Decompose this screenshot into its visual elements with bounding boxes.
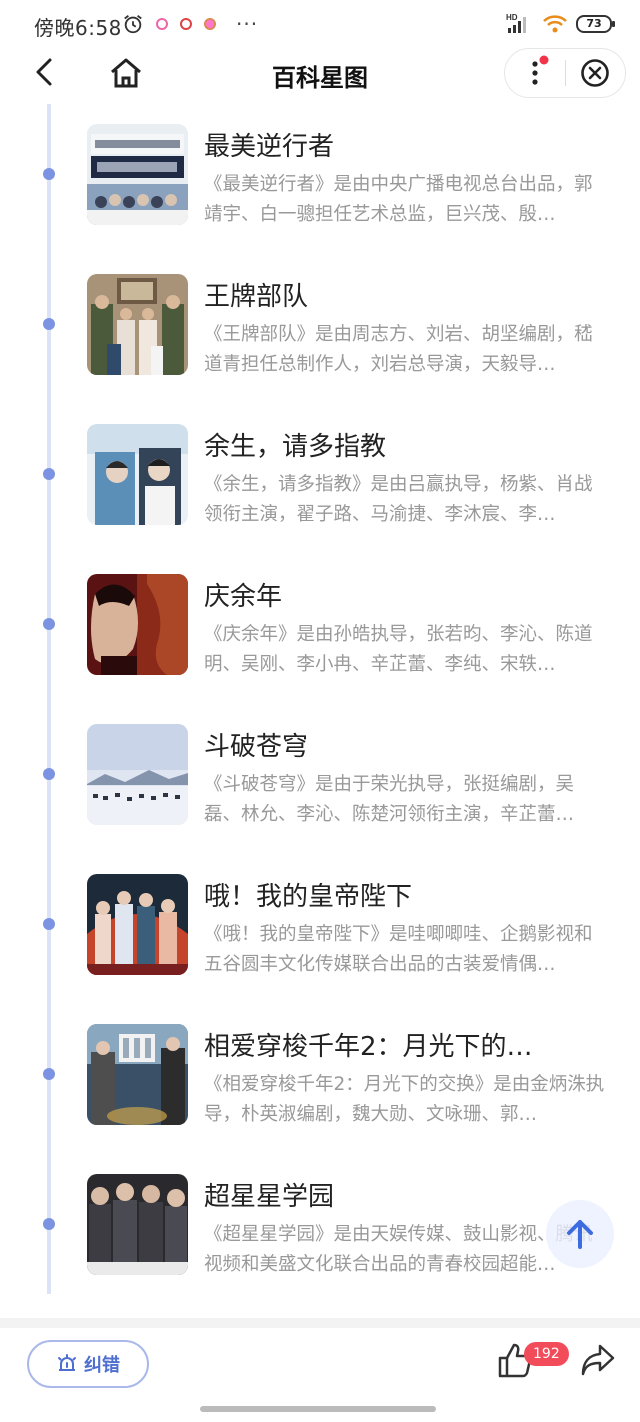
correct-error-label: 纠错 xyxy=(84,1355,120,1376)
poster-thumbnail xyxy=(87,124,188,225)
more-notifications-icon: ··· xyxy=(236,12,259,36)
nav-bar: 百科星图 xyxy=(0,46,640,102)
list-item[interactable]: 相爱穿梭千年2：月光下的… 《相爱穿梭千年2：月光下的交换》是由金炳洙执导，朴英… xyxy=(0,1004,640,1154)
item-description: 《斗破苍穹》是由于荣光执导，张挺编剧，吴磊、林允、李沁、陈楚河领衔主演，辛芷蕾… xyxy=(204,774,575,825)
list-item[interactable]: 最美逆行者 《最美逆行者》是由中央广播电视总台出品，郭靖宇、白一骢担任艺术总监，… xyxy=(0,104,640,254)
close-button[interactable] xyxy=(566,49,625,97)
timeline-dot xyxy=(43,618,55,630)
item-description: 《哦！我的皇帝陛下》是哇唧唧哇、企鹅影视和五谷圆丰文化传媒联合出品的古装爱情偶… xyxy=(204,924,593,975)
item-description: 《余生，请多指教》是由吕赢执导，杨紫、肖战领衔主演，翟子路、马渝捷、李沐宸、李… xyxy=(204,474,593,525)
notification-dot xyxy=(539,55,549,65)
poster-thumbnail xyxy=(87,724,188,825)
poster-thumbnail xyxy=(87,574,188,675)
list-item[interactable]: 斗破苍穹 《斗破苍穹》是由于荣光执导，张挺编剧，吴磊、林允、李沁、陈楚河领衔主演… xyxy=(0,704,640,854)
signal-icon: HD xyxy=(506,13,526,33)
list-item[interactable]: 哦！我的皇帝陛下 《哦！我的皇帝陛下》是哇唧唧哇、企鹅影视和五谷圆丰文化传媒联合… xyxy=(0,854,640,1004)
mini-program-capsule xyxy=(504,48,626,98)
timeline-dot xyxy=(43,918,55,930)
item-title: 相爱穿梭千年2：月光下的… xyxy=(204,1032,533,1062)
item-description: 《最美逆行者》是由中央广播电视总台出品，郭靖宇、白一骢担任艺术总监，巨兴茂、殷… xyxy=(204,174,593,225)
correct-error-button[interactable]: 纠错 xyxy=(27,1340,149,1388)
poster-thumbnail xyxy=(87,1174,188,1275)
item-title: 王牌部队 xyxy=(204,282,309,312)
bottom-divider xyxy=(0,1318,640,1328)
list-item[interactable]: 余生，请多指教 《余生，请多指教》是由吕赢执导，杨紫、肖战领衔主演，翟子路、马渝… xyxy=(0,404,640,554)
item-title: 超星星学园 xyxy=(204,1182,335,1212)
poster-thumbnail xyxy=(87,424,188,525)
list-item[interactable]: 庆余年 《庆余年》是由孙皓执导，张若昀、李沁、陈道明、吴刚、李小冉、辛芷蕾、李纯… xyxy=(0,554,640,704)
more-options-button[interactable] xyxy=(505,49,565,97)
more-vertical-icon xyxy=(532,55,549,85)
status-system-icons: HD 73 xyxy=(506,13,615,35)
list-item[interactable]: 超星星学园 《超星星学园》是由天娱传媒、鼓山影视、腾讯视频和美盛文化联合出品的青… xyxy=(0,1154,640,1304)
timeline-dot xyxy=(43,318,55,330)
app-notification-icon xyxy=(156,18,168,30)
alert-icon xyxy=(58,1354,76,1371)
share-icon[interactable] xyxy=(580,1342,616,1378)
item-description: 《相爱穿梭千年2：月光下的交换》是由金炳洙执导，朴英淑编剧，魏大勋、文咏珊、郭… xyxy=(204,1074,605,1125)
network-label: HD xyxy=(506,13,518,22)
alarm-clock-icon xyxy=(124,15,142,34)
scroll-to-top-button[interactable] xyxy=(546,1200,614,1268)
poster-thumbnail xyxy=(87,1024,188,1125)
item-description: 《王牌部队》是由周志方、刘岩、胡坚编剧，嵇道青担任总制作人，刘岩总导演，天毅导… xyxy=(204,324,593,375)
arrow-up-icon xyxy=(567,1220,593,1249)
list-item[interactable]: 王牌部队 《王牌部队》是由周志方、刘岩、胡坚编剧，嵇道青担任总制作人，刘岩总导演… xyxy=(0,254,640,404)
close-circle-icon xyxy=(581,59,610,87)
item-title: 庆余年 xyxy=(204,582,283,612)
timeline-dot xyxy=(43,1218,55,1230)
timeline-dot xyxy=(43,768,55,780)
like-count-badge: 192 xyxy=(524,1342,569,1366)
status-bar: 傍晚6:58 ··· HD 73 xyxy=(0,0,640,50)
app-notification-icon xyxy=(204,18,216,30)
item-title: 哦！我的皇帝陛下 xyxy=(204,882,413,912)
poster-thumbnail xyxy=(87,274,188,375)
timeline-dot xyxy=(43,468,55,480)
item-title: 最美逆行者 xyxy=(204,132,335,162)
status-notification-icons: ··· xyxy=(122,12,258,36)
home-indicator[interactable] xyxy=(200,1406,436,1412)
wifi-icon xyxy=(543,15,567,33)
status-time: 傍晚6:58 xyxy=(34,16,122,40)
timeline-dot xyxy=(43,1068,55,1080)
poster-thumbnail xyxy=(87,874,188,975)
battery-indicator: 73 xyxy=(576,15,615,33)
item-description: 《庆余年》是由孙皓执导，张若昀、李沁、陈道明、吴刚、李小冉、辛芷蕾、李纯、宋轶… xyxy=(204,624,593,675)
timeline-dot xyxy=(43,168,55,180)
item-title: 斗破苍穹 xyxy=(204,732,309,762)
item-title: 余生，请多指教 xyxy=(204,432,387,462)
app-notification-icon xyxy=(180,18,192,30)
